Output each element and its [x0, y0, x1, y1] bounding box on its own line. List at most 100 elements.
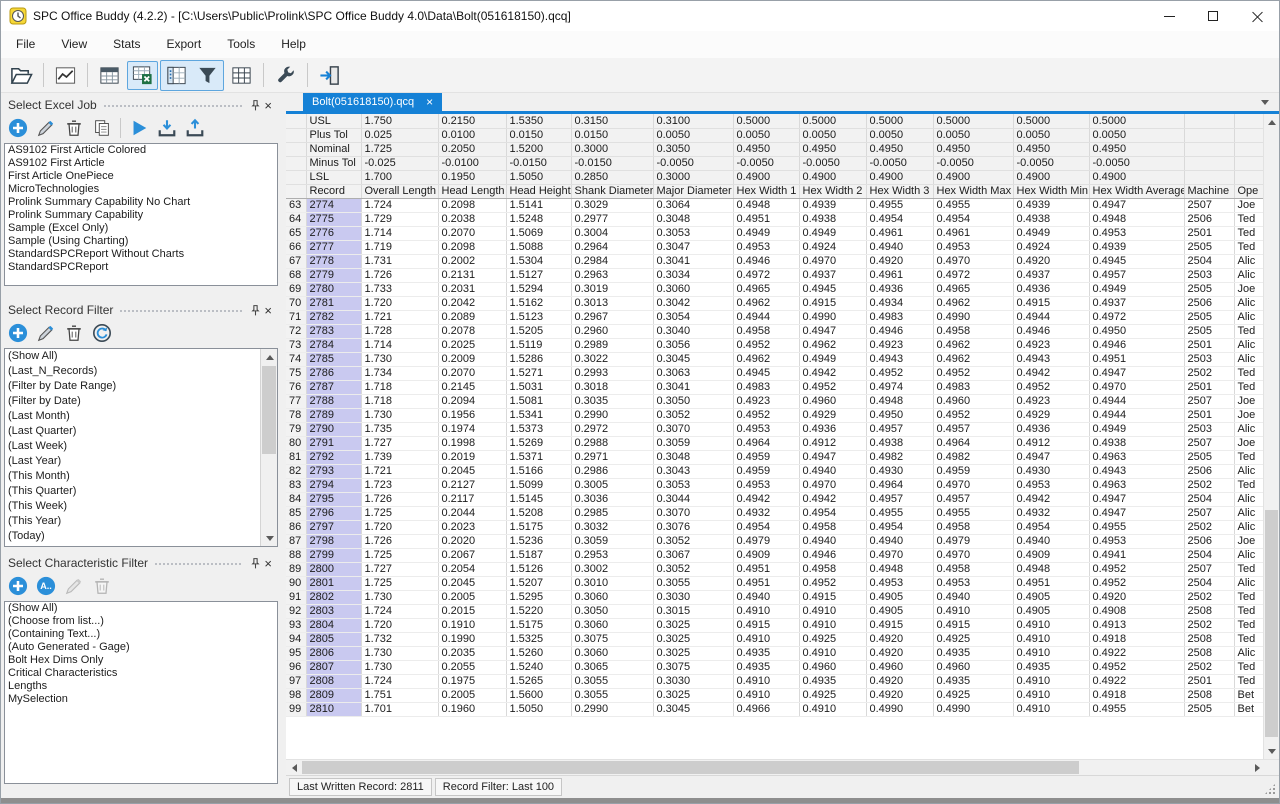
- value-cell[interactable]: 0.4953: [733, 422, 799, 436]
- list-item[interactable]: First Article OnePiece: [5, 170, 277, 183]
- value-cell[interactable]: 0.4912: [799, 436, 866, 450]
- row-number-cell[interactable]: 91: [286, 590, 306, 604]
- column-header-cell[interactable]: Major Diameter: [653, 184, 733, 198]
- value-cell[interactable]: 0.4954: [866, 212, 933, 226]
- operator-cell[interactable]: Joe: [1234, 534, 1265, 548]
- value-cell[interactable]: 0.4925: [933, 632, 1013, 646]
- row-number-cell[interactable]: 66: [286, 240, 306, 254]
- value-cell[interactable]: 0.4920: [866, 688, 933, 702]
- row-number-cell[interactable]: 67: [286, 254, 306, 268]
- value-cell[interactable]: 0.4910: [1013, 618, 1089, 632]
- tolerance-value-cell[interactable]: 0.0050: [1089, 128, 1184, 142]
- run-job-button[interactable]: [129, 118, 149, 138]
- value-cell[interactable]: 0.3063: [653, 366, 733, 380]
- value-cell[interactable]: 0.4941: [1089, 548, 1184, 562]
- value-cell[interactable]: 1.5271: [506, 366, 571, 380]
- tolerance-label-cell[interactable]: Nominal: [306, 142, 361, 156]
- operator-cell[interactable]: Alic: [1234, 548, 1265, 562]
- list-item[interactable]: StandardSPCReport: [5, 261, 277, 274]
- column-header-cell[interactable]: Overall Length: [361, 184, 438, 198]
- column-header-cell[interactable]: Head Height: [506, 184, 571, 198]
- value-cell[interactable]: 0.4915: [799, 590, 866, 604]
- value-cell[interactable]: 0.4953: [933, 240, 1013, 254]
- machine-cell[interactable]: 2508: [1184, 632, 1234, 646]
- machine-cell[interactable]: 2504: [1184, 576, 1234, 590]
- tolerance-value-cell[interactable]: 0.1950: [438, 170, 506, 184]
- value-cell[interactable]: 0.3056: [653, 338, 733, 352]
- value-cell[interactable]: 0.2990: [571, 408, 653, 422]
- value-cell[interactable]: 0.1998: [438, 436, 506, 450]
- value-cell[interactable]: 0.4953: [733, 478, 799, 492]
- value-cell[interactable]: 0.4909: [733, 548, 799, 562]
- value-cell[interactable]: 0.3005: [571, 478, 653, 492]
- open-file-button[interactable]: [6, 61, 37, 90]
- value-cell[interactable]: 0.4966: [733, 702, 799, 716]
- value-cell[interactable]: 1.726: [361, 492, 438, 506]
- tolerance-value-cell[interactable]: 0.0050: [866, 128, 933, 142]
- value-cell[interactable]: 0.1960: [438, 702, 506, 716]
- value-cell[interactable]: 0.3060: [653, 282, 733, 296]
- value-cell[interactable]: 0.4935: [799, 674, 866, 688]
- tolerance-value-cell[interactable]: -0.025: [361, 156, 438, 170]
- value-cell[interactable]: 1.5236: [506, 534, 571, 548]
- value-cell[interactable]: 1.725: [361, 506, 438, 520]
- value-cell[interactable]: 1.727: [361, 436, 438, 450]
- value-cell[interactable]: 0.3029: [571, 198, 653, 212]
- record-cell[interactable]: 2782: [306, 310, 361, 324]
- machine-cell[interactable]: 2502: [1184, 590, 1234, 604]
- value-cell[interactable]: 0.4958: [733, 324, 799, 338]
- table-row[interactable]: 9528061.7300.20351.52600.30600.30250.493…: [286, 646, 1265, 660]
- value-cell[interactable]: 0.3059: [571, 534, 653, 548]
- value-cell[interactable]: 1.730: [361, 660, 438, 674]
- value-cell[interactable]: 0.4960: [799, 660, 866, 674]
- grid-view-button[interactable]: [226, 61, 257, 90]
- list-item[interactable]: (Filter by Date Range): [5, 379, 277, 394]
- list-item[interactable]: Bolt Hex Dims Only: [5, 654, 277, 667]
- value-cell[interactable]: 0.2098: [438, 198, 506, 212]
- row-number-cell[interactable]: 69: [286, 282, 306, 296]
- operator-cell[interactable]: Ted: [1234, 632, 1265, 646]
- value-cell[interactable]: 1.5166: [506, 464, 571, 478]
- value-cell[interactable]: 0.4930: [866, 464, 933, 478]
- value-cell[interactable]: 0.4965: [733, 282, 799, 296]
- tolerance-value-cell[interactable]: [1184, 114, 1234, 128]
- operator-cell[interactable]: Bet: [1234, 688, 1265, 702]
- record-cell[interactable]: 2786: [306, 366, 361, 380]
- operator-cell[interactable]: Ted: [1234, 478, 1265, 492]
- value-cell[interactable]: 0.3052: [653, 534, 733, 548]
- value-cell[interactable]: 0.4945: [1089, 254, 1184, 268]
- table-row[interactable]: 6827791.7260.21311.51270.29630.30340.497…: [286, 268, 1265, 282]
- value-cell[interactable]: 0.4940: [933, 590, 1013, 604]
- value-cell[interactable]: 0.2960: [571, 324, 653, 338]
- record-cell[interactable]: 2804: [306, 618, 361, 632]
- operator-cell[interactable]: Alic: [1234, 520, 1265, 534]
- menu-stats[interactable]: Stats: [100, 31, 153, 58]
- value-cell[interactable]: 0.3055: [571, 674, 653, 688]
- list-item[interactable]: Prolink Summary Capability: [5, 209, 277, 222]
- column-header-cell[interactable]: Hex Width Min: [1013, 184, 1089, 198]
- table-row[interactable]: 8127921.7390.20191.53710.29710.30480.495…: [286, 450, 1265, 464]
- list-item[interactable]: (This Week): [5, 499, 277, 514]
- operator-cell[interactable]: Alic: [1234, 296, 1265, 310]
- column-header-cell[interactable]: Ope: [1234, 184, 1265, 198]
- value-cell[interactable]: 0.4905: [1013, 590, 1089, 604]
- list-item[interactable]: AS9102 First Article Colored: [5, 144, 277, 157]
- value-cell[interactable]: 0.4952: [733, 338, 799, 352]
- machine-cell[interactable]: 2507: [1184, 506, 1234, 520]
- close-button[interactable]: [1235, 1, 1279, 31]
- value-cell[interactable]: 0.4910: [733, 674, 799, 688]
- value-cell[interactable]: 0.3053: [653, 478, 733, 492]
- value-cell[interactable]: 0.4944: [1089, 408, 1184, 422]
- table-row[interactable]: 9128021.7300.20051.52950.30600.30300.494…: [286, 590, 1265, 604]
- operator-cell[interactable]: Alic: [1234, 338, 1265, 352]
- record-cell[interactable]: 2806: [306, 646, 361, 660]
- tolerance-value-cell[interactable]: [1234, 142, 1265, 156]
- record-cell[interactable]: 2802: [306, 590, 361, 604]
- value-cell[interactable]: 0.4940: [1013, 534, 1089, 548]
- value-cell[interactable]: 0.4923: [733, 394, 799, 408]
- value-cell[interactable]: 0.4936: [1013, 282, 1089, 296]
- value-cell[interactable]: 1.739: [361, 450, 438, 464]
- value-cell[interactable]: 0.2953: [571, 548, 653, 562]
- value-cell[interactable]: 0.2031: [438, 282, 506, 296]
- value-cell[interactable]: 1.726: [361, 534, 438, 548]
